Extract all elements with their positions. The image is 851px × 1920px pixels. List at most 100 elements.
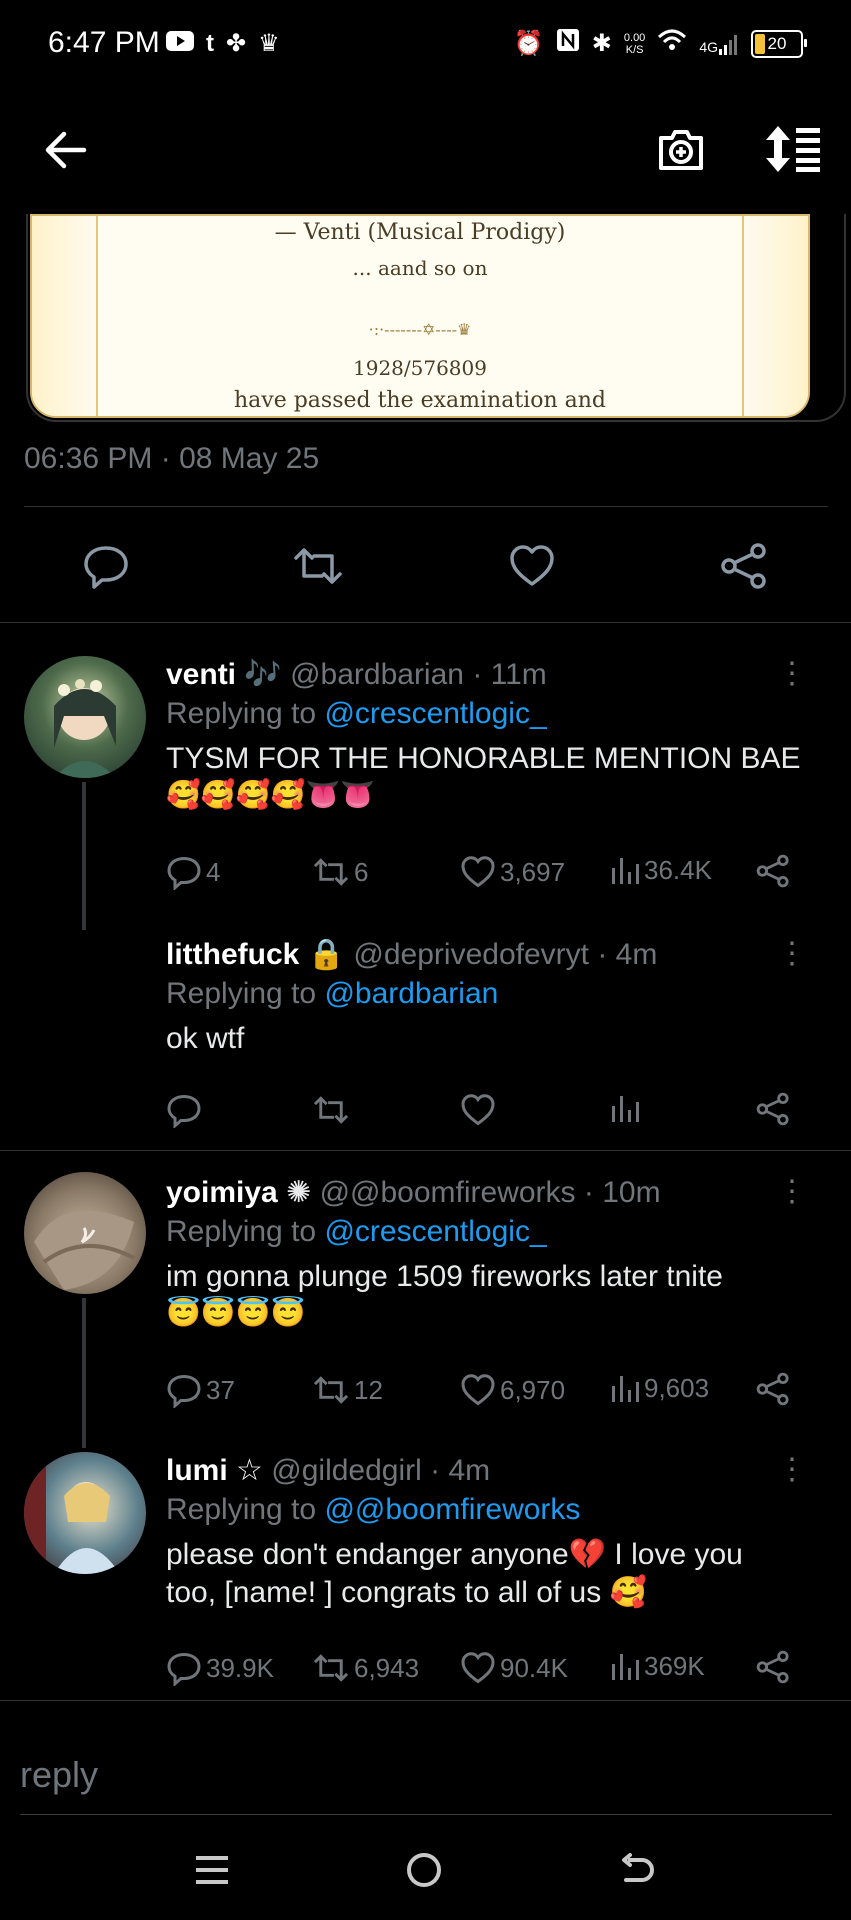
like-count-button[interactable]: 3,697 (460, 854, 565, 890)
view-count: 369K (644, 1650, 705, 1681)
reply-button[interactable] (166, 1092, 202, 1128)
reply-litthefuck: litthefuck 🔒 @deprivedofevryt · 4m Reply… (166, 936, 821, 1058)
heart-icon (461, 856, 495, 888)
more-options-button[interactable]: ⋮ (777, 1174, 807, 1209)
net-speed-unit: K/S (625, 43, 644, 56)
tweet-text-line-1: please don't endanger anyone💔 I love you (166, 1538, 743, 1571)
like-count-button[interactable]: 90.4K (460, 1650, 568, 1686)
wifi-icon (657, 28, 687, 59)
back-nav-button[interactable] (620, 1852, 656, 1893)
card-right-ornament (742, 216, 808, 416)
status-bar: 6:47 PM t ✤ ♛ ⏰ ✱ 0.00 K/S 4G 20 (0, 0, 851, 90)
alarm-icon: ⏰ (513, 29, 544, 57)
card-line-4: have passed the examination and (233, 388, 606, 413)
sort-list-icon (766, 126, 820, 172)
post-time: · 4m (597, 938, 658, 971)
user-handle[interactable]: @@boomfireworks (320, 1176, 576, 1209)
views-button[interactable]: 36.4K (610, 854, 712, 886)
heart-icon (510, 545, 554, 586)
replying-label: Replying to (166, 1215, 317, 1248)
tweet-metrics: 39.9K 6,943 90.4K 369K (166, 1650, 806, 1690)
avatar-yoimiya[interactable] (24, 1172, 146, 1294)
share-icon (721, 543, 766, 589)
like-button[interactable] (460, 1092, 496, 1128)
mention-link[interactable]: @@boomfireworks (324, 1493, 580, 1526)
reply-button[interactable] (82, 542, 130, 595)
retweet-count-button[interactable]: 6,943 (312, 1650, 419, 1686)
avatar-venti[interactable] (24, 656, 146, 778)
replying-label: Replying to (166, 1493, 317, 1526)
retweet-icon (313, 858, 349, 886)
status-time: 6:47 PM (48, 26, 160, 59)
like-count: 90.4K (500, 1652, 568, 1683)
reply-icon (167, 1652, 201, 1686)
views-icon (612, 1654, 639, 1680)
display-name[interactable]: yoimiya (166, 1176, 278, 1209)
tumblr-icon: t (206, 30, 214, 57)
reply-icon (167, 856, 201, 890)
user-handle[interactable]: @deprivedofevryt (353, 938, 589, 971)
tweet-emoji: 😇😇😇😇 (166, 1297, 306, 1328)
tweet-image[interactable]: — Venti (Musical Prodigy) ... aand so on… (30, 214, 810, 418)
reply-input[interactable]: reply (20, 1754, 98, 1796)
share-button[interactable] (756, 854, 790, 888)
replying-label: Replying to (166, 977, 317, 1010)
user-handle[interactable]: @bardbarian (290, 658, 464, 691)
user-handle[interactable]: @gildedgirl (271, 1454, 422, 1487)
share-button[interactable] (720, 542, 768, 595)
avatar-illustration (34, 1210, 135, 1290)
like-count-button[interactable]: 6,970 (460, 1372, 565, 1408)
like-button[interactable] (508, 542, 556, 595)
replying-to: Replying to @bardbarian (166, 974, 821, 1014)
views-button[interactable] (610, 1092, 640, 1124)
card-line-3: 1928/576809 (353, 356, 487, 380)
reply-count-button[interactable]: 37 (166, 1372, 235, 1408)
reply-count-button[interactable]: 4 (166, 854, 220, 890)
more-options-button[interactable]: ⋮ (777, 656, 807, 691)
display-name[interactable]: litthefuck (166, 938, 299, 971)
mention-link[interactable]: @crescentlogic_ (324, 697, 546, 730)
signal-icon: 4G (699, 33, 739, 55)
mention-link[interactable]: @bardbarian (324, 977, 498, 1010)
camera-add-button[interactable] (656, 124, 706, 174)
more-options-button[interactable]: ⋮ (777, 936, 807, 971)
retweet-count-button[interactable]: 6 (312, 854, 368, 890)
back-button[interactable] (44, 128, 88, 172)
display-name[interactable]: lumi (166, 1454, 228, 1487)
tweet-emoji: 🥰🥰🥰🥰👅👅 (166, 779, 376, 810)
sort-button[interactable] (764, 124, 824, 174)
tweet-metrics: 37 12 6,970 9,603 (166, 1372, 806, 1412)
retweet-count: 12 (354, 1374, 383, 1405)
pinwheel-icon: ✤ (226, 30, 247, 57)
back-arrow-icon (45, 131, 87, 169)
reply-icon (167, 1094, 201, 1128)
battery-fill (755, 33, 765, 54)
share-icon (756, 1372, 789, 1406)
view-count: 36.4K (644, 854, 712, 885)
system-icons: ⏰ ✱ 0.00 K/S 4G 20 (513, 28, 807, 59)
tweet-header: yoimiya ✺ @@boomfireworks · 10m (166, 1174, 821, 1212)
views-button[interactable]: 9,603 (610, 1372, 709, 1404)
retweet-button[interactable] (312, 1092, 350, 1128)
menu-button[interactable] (196, 1852, 228, 1893)
retweet-count: 6 (354, 856, 369, 887)
avatar-illustration (54, 679, 116, 778)
views-button[interactable]: 369K (610, 1650, 705, 1682)
lock-badge: 🔒 (307, 938, 346, 971)
nfc-icon (556, 28, 580, 59)
display-name[interactable]: venti (166, 658, 236, 691)
more-options-button[interactable]: ⋮ (777, 1452, 807, 1487)
mention-link[interactable]: @crescentlogic_ (324, 1215, 546, 1248)
avatar-lumi[interactable] (24, 1452, 146, 1574)
tweet-metrics: 4 6 3,697 36.4K (166, 854, 806, 894)
retweet-count-button[interactable]: 12 (312, 1372, 383, 1408)
net-speed-value: 0.00 (623, 31, 646, 44)
share-button[interactable] (756, 1092, 790, 1126)
reply-count-button[interactable]: 39.9K (166, 1650, 274, 1686)
share-button[interactable] (756, 1372, 790, 1406)
share-button[interactable] (756, 1650, 790, 1684)
home-button[interactable] (406, 1852, 442, 1893)
retweet-button[interactable] (292, 542, 344, 595)
crown-icon: ♛ (258, 30, 280, 57)
camera-plus-icon (659, 130, 703, 170)
